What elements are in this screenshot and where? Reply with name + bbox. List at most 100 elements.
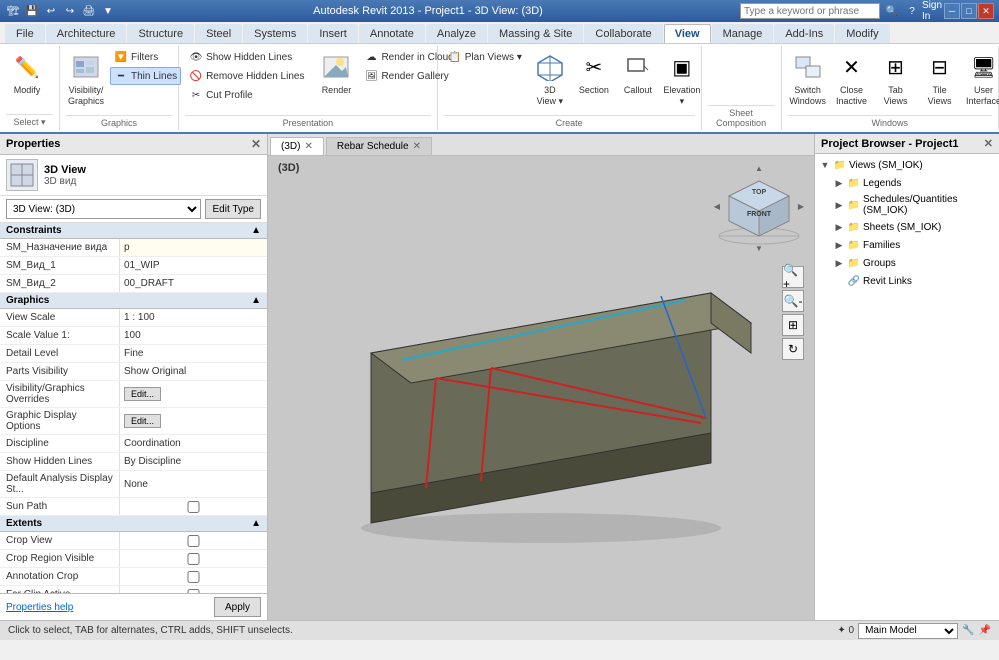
show-hidden-btn[interactable]: 👁 Show Hidden Lines — [185, 48, 308, 66]
prop-value-sm-naznachenie[interactable]: p — [120, 239, 267, 256]
prop-row-far-clip: Far Clip Active — [0, 586, 267, 593]
properties-help-link[interactable]: Properties help — [6, 602, 210, 613]
window-title: Autodesk Revit 2013 - Project1 - 3D View… — [116, 5, 740, 17]
tab-manage[interactable]: Manage — [712, 24, 774, 43]
tree-item-groups[interactable]: ▶ 📁 Groups — [829, 254, 999, 272]
prop-label-view-scale: View Scale — [0, 309, 120, 326]
cut-profile-label: Cut Profile — [206, 90, 253, 101]
rotate-btn[interactable]: ↻ — [782, 338, 804, 360]
svg-text:▲: ▲ — [755, 166, 763, 173]
tab-architecture[interactable]: Architecture — [46, 24, 127, 43]
tab-massing[interactable]: Massing & Site — [488, 24, 583, 43]
tree-item-views[interactable]: ▼ 📁 Views (SM_IOK) — [815, 156, 999, 174]
status-right: ✦ 0 Main Model 🔧 📌 — [837, 623, 991, 639]
callout-btn[interactable]: Callout — [618, 48, 658, 99]
section-btn[interactable]: ✂ Section — [574, 48, 614, 99]
browser-close[interactable]: ✕ — [984, 137, 993, 150]
fit-view-btn[interactable]: ⊞ — [782, 314, 804, 336]
search-input[interactable] — [740, 3, 880, 19]
help-icon[interactable]: ? — [904, 3, 920, 19]
tab-modify[interactable]: Modify — [835, 24, 889, 43]
tree-item-families[interactable]: ▶ 📁 Families — [829, 236, 999, 254]
sign-in-btn[interactable]: Sign In — [924, 3, 940, 19]
view-tab-schedule[interactable]: Rebar Schedule ✕ — [326, 137, 432, 155]
tab-annotate[interactable]: Annotate — [359, 24, 425, 43]
prop-row-sm-vid1: SM_Вид_1 01_WIP — [0, 257, 267, 275]
constraints-section-header[interactable]: Constraints ▲ — [0, 223, 267, 239]
modify-btn[interactable]: ✏️ Modify — [6, 48, 48, 99]
annotation-crop-checkbox[interactable] — [124, 571, 263, 583]
legends-label: Legends — [863, 178, 995, 189]
remove-hidden-btn[interactable]: 🚫 Remove Hidden Lines — [185, 67, 308, 85]
quick-access-undo[interactable]: ↩ — [43, 3, 59, 19]
create-small-btns: 📋 Plan Views ▾ — [444, 48, 526, 66]
view-tab-3d-close[interactable]: ✕ — [304, 141, 312, 152]
svg-text:TOP: TOP — [752, 189, 767, 196]
prop-value-view-scale: 1 : 100 — [120, 309, 267, 326]
view-tab-3d[interactable]: (3D) ✕ — [270, 137, 324, 155]
tab-steel[interactable]: Steel — [195, 24, 242, 43]
navigation-cube[interactable]: TOP FRONT ▲ ▼ ◀ ▶ — [714, 166, 804, 256]
maximize-btn[interactable]: □ — [961, 3, 977, 19]
quick-access-redo[interactable]: ↪ — [62, 3, 78, 19]
crop-region-checkbox[interactable] — [124, 553, 263, 565]
prop-view-dropdown[interactable]: 3D View: (3D) — [6, 199, 201, 219]
sheet-group-label: Sheet Composition — [708, 105, 775, 128]
cut-profile-btn[interactable]: ✂ Cut Profile — [185, 86, 308, 104]
tile-views-icon: ⊟ — [924, 51, 956, 83]
3d-view-label: 3D View ▾ — [535, 85, 565, 107]
tab-views-btn[interactable]: ⊞ TabViews — [876, 48, 916, 110]
prop-value-default-analysis: None — [120, 471, 267, 497]
minimize-btn[interactable]: ─ — [944, 3, 960, 19]
tile-views-btn[interactable]: ⊟ TileViews — [920, 48, 960, 110]
svg-text:◀: ◀ — [714, 202, 721, 211]
edit-type-button[interactable]: Edit Type — [205, 199, 261, 219]
quick-access-more[interactable]: ▼ — [100, 3, 116, 19]
tab-systems[interactable]: Systems — [243, 24, 307, 43]
tree-item-legends[interactable]: ▶ 📁 Legends — [829, 174, 999, 192]
sun-path-checkbox[interactable] — [124, 501, 263, 513]
elevation-btn[interactable]: ▣ Elevation ▾ — [662, 48, 702, 110]
user-interface-btn[interactable]: 🖥 UserInterface — [964, 48, 999, 110]
prop-value-parts-visibility: Show Original — [120, 363, 267, 380]
thin-lines-btn[interactable]: ━ Thin Lines — [110, 67, 181, 85]
crop-view-checkbox[interactable] — [124, 535, 263, 547]
3d-shape — [291, 233, 791, 543]
filters-btn[interactable]: 🔽 Filters — [110, 48, 181, 66]
zoom-in-btn[interactable]: 🔍+ — [782, 266, 804, 288]
graphics-section-header[interactable]: Graphics ▲ — [0, 293, 267, 309]
tab-structure[interactable]: Structure — [127, 24, 194, 43]
tab-collaborate[interactable]: Collaborate — [584, 24, 662, 43]
tree-item-revit-links[interactable]: 🔗 Revit Links — [829, 272, 999, 290]
view-tab-schedule-close[interactable]: ✕ — [413, 141, 421, 152]
search-icon[interactable]: 🔍 — [884, 3, 900, 19]
tree-item-schedules[interactable]: ▶ 📁 Schedules/Quantities (SM_IOK) — [829, 192, 999, 218]
quick-access-print[interactable]: 🖨 — [81, 3, 97, 19]
properties-apply-button[interactable]: Apply — [214, 597, 261, 617]
graphic-display-edit-btn[interactable]: Edit... — [124, 414, 161, 428]
model-select[interactable]: Main Model — [858, 623, 958, 639]
properties-close[interactable]: ✕ — [251, 137, 261, 151]
visibility-graphics-btn[interactable]: Visibility/Graphics — [66, 48, 106, 110]
plan-views-btn[interactable]: 📋 Plan Views ▾ — [444, 48, 526, 66]
switch-windows-btn[interactable]: SwitchWindows — [788, 48, 828, 110]
zoom-out-btn[interactable]: 🔍- — [782, 290, 804, 312]
tree-item-sheets[interactable]: ▶ 📁 Sheets (SM_IOK) — [829, 218, 999, 236]
tab-file[interactable]: File — [5, 24, 45, 43]
extents-section-header[interactable]: Extents ▲ — [0, 516, 267, 532]
prop-label-discipline: Discipline — [0, 435, 120, 452]
3d-view-btn[interactable]: 3D View ▾ — [530, 48, 570, 110]
tab-insert[interactable]: Insert — [308, 24, 358, 43]
tab-analyze[interactable]: Analyze — [426, 24, 487, 43]
3d-view-icon — [534, 51, 566, 83]
tab-addins[interactable]: Add-Ins — [774, 24, 834, 43]
graphics-small-btns: 🔽 Filters ━ Thin Lines — [110, 48, 181, 85]
vg-overrides-edit-btn[interactable]: Edit... — [124, 387, 161, 401]
quick-access-save[interactable]: 💾 — [24, 3, 40, 19]
render-btn[interactable]: Render — [316, 48, 356, 99]
viewport[interactable]: (3D) — [268, 156, 814, 620]
prop-label-sm-vid2: SM_Вид_2 — [0, 275, 120, 292]
tab-view[interactable]: View — [664, 24, 711, 43]
close-inactive-btn[interactable]: ✕ CloseInactive — [832, 48, 872, 110]
close-btn[interactable]: ✕ — [978, 3, 994, 19]
